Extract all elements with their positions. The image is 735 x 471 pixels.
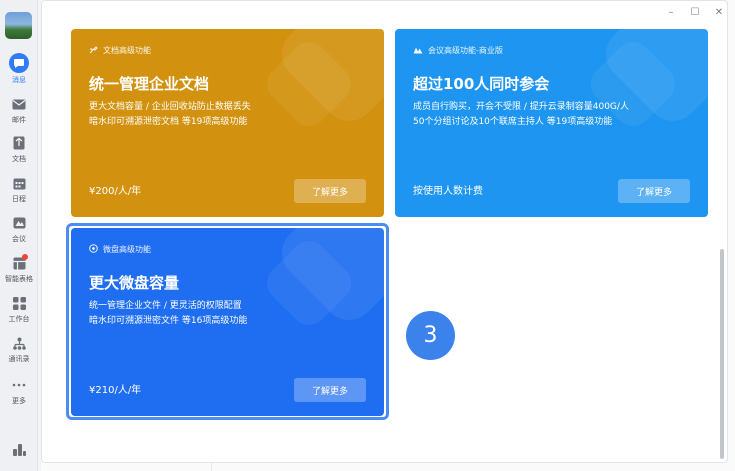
- sidebar-item-workbench[interactable]: 工作台: [0, 291, 38, 331]
- card-description-line: 暗水印可溯源泄密文档 等19项高级功能: [89, 117, 248, 127]
- workbench-icon: [10, 294, 28, 312]
- card-description: 更大文档容量 / 企业回收站防止数据丢失 暗水印可溯源泄密文档 等19项高级功能: [89, 100, 251, 130]
- sidebar-item-label: 消息: [12, 76, 26, 84]
- sidebar-item-smart-table[interactable]: 智能表格: [0, 251, 38, 291]
- card-price: 按使用人数计费: [413, 186, 483, 197]
- maximize-button[interactable]: ☐: [683, 4, 707, 20]
- sidebar-item-messages[interactable]: 消息: [0, 50, 38, 90]
- user-avatar[interactable]: [5, 12, 32, 39]
- disk-premium-card[interactable]: 微盘高级功能 更大微盘容量 统一管理企业文件 / 更灵活的权限配置 暗水印可溯源…: [71, 228, 384, 416]
- sidebar-item-mail[interactable]: 邮件: [0, 92, 38, 132]
- card-title: 超过100人同时参会: [413, 75, 550, 93]
- docs-feature-icon: [89, 45, 98, 56]
- card-description-line: 50个分组讨论及10个联席主持人 等19项高级功能: [413, 117, 613, 127]
- card-description-line: 暗水印可溯源泄密文件 等16项高级功能: [89, 316, 248, 326]
- sidebar-item-label: 邮件: [12, 116, 26, 124]
- card-description: 统一管理企业文件 / 更灵活的权限配置 暗水印可溯源泄密文件 等16项高级功能: [89, 299, 247, 329]
- card-description-line: 成员自行购买，开会不受限 / 提升云录制容量400G/人: [413, 102, 629, 112]
- window-controls: – ☐ ✕: [659, 4, 731, 20]
- card-tag-label: 文档高级功能: [103, 46, 151, 55]
- left-nav-rail: 消息 邮件 文档 日程 会议 智能表格 工作台 通讯录 更多: [0, 0, 38, 471]
- document-icon: [10, 134, 28, 152]
- sidebar-item-more[interactable]: 更多: [0, 373, 38, 413]
- learn-more-button[interactable]: 了解更多: [618, 179, 690, 203]
- more-dots-icon: [10, 376, 28, 394]
- sidebar-item-meeting[interactable]: 会议: [0, 211, 38, 251]
- card-tag: 文档高级功能: [89, 45, 151, 56]
- docs-premium-card[interactable]: 文档高级功能 统一管理企业文档 更大文档容量 / 企业回收站防止数据丢失 暗水印…: [71, 29, 384, 217]
- calendar-icon: [10, 174, 28, 192]
- card-title: 更大微盘容量: [89, 274, 180, 292]
- sidebar-item-label: 工作台: [8, 315, 30, 323]
- card-description-line: 更大文档容量 / 企业回收站防止数据丢失: [89, 102, 251, 112]
- card-tag-label: 会议高级功能-商业版: [428, 46, 503, 55]
- card-title: 统一管理企业文档: [89, 75, 210, 93]
- contacts-icon: [10, 334, 28, 352]
- scrollbar[interactable]: [720, 249, 724, 459]
- disk-feature-icon: [89, 244, 98, 255]
- card-tag: 会议高级功能-商业版: [413, 45, 503, 56]
- sidebar-item-docs[interactable]: 文档: [0, 131, 38, 171]
- sidebar-item-label: 文档: [12, 155, 26, 163]
- learn-more-button[interactable]: 了解更多: [294, 378, 366, 402]
- main-window: 文档高级功能 统一管理企业文档 更大文档容量 / 企业回收站防止数据丢失 暗水印…: [41, 0, 735, 471]
- card-tag-label: 微盘高级功能: [103, 245, 151, 254]
- sidebar-item-calendar[interactable]: 日程: [0, 171, 38, 211]
- meeting-feature-icon: [413, 46, 423, 56]
- card-description: 成员自行购买，开会不受限 / 提升云录制容量400G/人 50个分组讨论及10个…: [413, 100, 629, 130]
- sidebar-item-label: 会议: [12, 235, 26, 243]
- meeting-premium-card[interactable]: 会议高级功能-商业版 超过100人同时参会 成员自行购买，开会不受限 / 提升云…: [395, 29, 708, 217]
- minimize-button[interactable]: –: [659, 4, 683, 20]
- upgrade-panel: 文档高级功能 统一管理企业文档 更大文档容量 / 企业回收站防止数据丢失 暗水印…: [41, 0, 728, 463]
- sidebar-bottom-button[interactable]: [0, 438, 38, 471]
- card-description-line: 统一管理企业文件 / 更灵活的权限配置: [89, 301, 242, 311]
- card-price: ¥200/人/年: [89, 186, 142, 197]
- sidebar-item-label: 通讯录: [8, 355, 30, 363]
- learn-more-button[interactable]: 了解更多: [294, 179, 366, 203]
- card-tag: 微盘高级功能: [89, 244, 151, 255]
- stats-icon: [10, 441, 28, 459]
- sidebar-item-label: 日程: [12, 195, 26, 203]
- sidebar-item-contacts[interactable]: 通讯录: [0, 331, 38, 371]
- meeting-icon: [10, 214, 28, 232]
- close-button[interactable]: ✕: [707, 4, 731, 20]
- sidebar-item-label: 更多: [12, 397, 26, 405]
- card-price: ¥210/人/年: [89, 385, 142, 396]
- notification-dot: [22, 254, 28, 260]
- chat-bubble-icon: [9, 53, 29, 73]
- mail-icon: [10, 95, 28, 113]
- step-number-badge: 3: [406, 311, 455, 360]
- sidebar-item-label: 智能表格: [5, 275, 33, 283]
